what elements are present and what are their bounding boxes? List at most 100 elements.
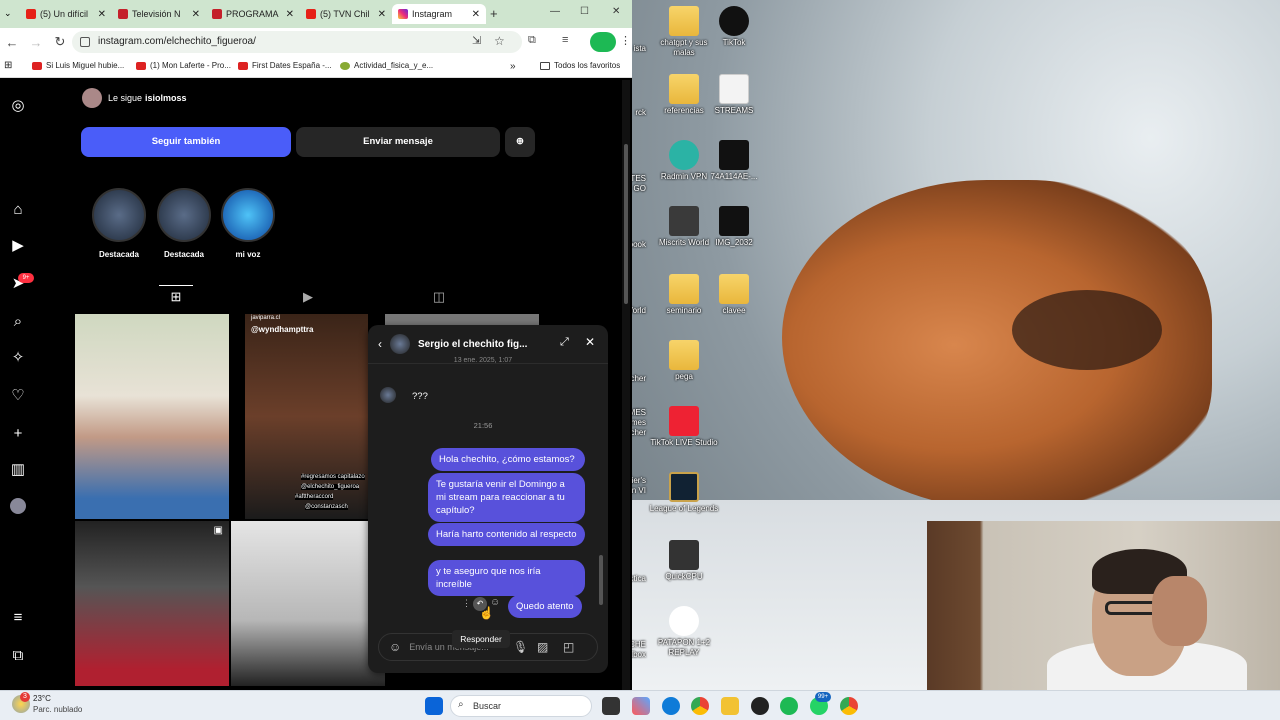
sticker-icon[interactable]: ◰ — [563, 640, 574, 654]
chrome-profile-icon[interactable] — [840, 697, 858, 715]
profile-avatar[interactable] — [590, 32, 616, 52]
page-scrollbar[interactable] — [622, 80, 630, 690]
post-thumbnail-4[interactable]: ▣ — [75, 521, 229, 686]
chrome-icon[interactable] — [691, 697, 709, 715]
highlight-2[interactable]: Destacada — [154, 188, 214, 259]
send-message-button[interactable]: Enviar mensaje — [296, 127, 500, 157]
highlight-3[interactable]: mi voz — [218, 188, 278, 259]
weather-desc[interactable]: Parc. nublado — [33, 705, 82, 714]
all-bookmarks-folder[interactable]: Todos los favoritos — [540, 61, 620, 70]
forward-arrow-icon[interactable]: → — [24, 35, 48, 50]
edge-icon[interactable] — [662, 697, 680, 715]
tab-tvn-2[interactable]: PROGRAMA ✕ — [206, 4, 300, 24]
desktop-partial-icon[interactable]: ICHE ndbox — [632, 640, 646, 660]
create-icon[interactable]: + — [8, 424, 28, 444]
close-tab-icon[interactable]: ✕ — [378, 9, 386, 20]
highlight-1[interactable]: Destacada — [89, 188, 149, 259]
desktop-icon-clavee[interactable]: clavee — [699, 274, 769, 316]
desktop-partial-icon[interactable]: rck — [632, 108, 646, 118]
file-explorer-icon[interactable] — [721, 697, 739, 715]
post-thumbnail-1[interactable] — [75, 314, 229, 519]
desktop-icon-tiktok-live[interactable]: TikTok LIVE Studio — [649, 406, 719, 448]
message-more-icon[interactable]: ⋮ — [462, 598, 471, 609]
reload-icon[interactable]: ↻ — [48, 34, 72, 50]
bookmark-item[interactable]: Si Luis Miguel hubie... — [32, 61, 124, 70]
extensions-icon[interactable]: ⧉ — [528, 34, 536, 47]
desktop-icon-streams[interactable]: STREAMS — [699, 74, 769, 116]
chat-back-icon[interactable]: ‹ — [378, 337, 382, 351]
desktop-partial-icon[interactable]: VI feier's ation VI — [632, 476, 646, 496]
weather-temp[interactable]: 23°C — [33, 694, 51, 703]
bookmarks-more-icon[interactable]: » — [510, 61, 516, 72]
close-tab-icon[interactable]: ✕ — [192, 9, 200, 20]
bookmark-item[interactable]: (1) Mon Laferte - Pro... — [136, 61, 231, 70]
chat-scrollbar-thumb[interactable] — [599, 555, 603, 605]
dashboard-icon[interactable]: ▥ — [8, 460, 28, 480]
tab-search-icon[interactable]: ⌄ — [4, 8, 14, 18]
tab-tvn-1[interactable]: Televisión N ✕ — [112, 4, 206, 24]
chat-title[interactable]: Sergio el chechito fig... — [418, 339, 527, 350]
maximize-button[interactable]: ☐ — [580, 6, 589, 17]
microphone-icon[interactable]: 🎙 — [513, 640, 528, 654]
more-menu-icon[interactable]: ⋮ — [620, 34, 631, 47]
taskbar-search[interactable]: Buscar — [450, 695, 592, 717]
install-app-icon[interactable]: ⇲ — [472, 34, 481, 47]
reading-list-icon[interactable]: ≡ — [562, 34, 568, 46]
close-window-button[interactable]: ✕ — [612, 6, 620, 17]
desktop-partial-icon[interactable]: World — [632, 306, 646, 316]
post-thumbnail-2[interactable]: javiparra.cl @wyndhampttra #regresamos c… — [245, 314, 368, 519]
apps-grid-icon[interactable]: ⊞ — [4, 60, 12, 71]
desktop-partial-icon[interactable]: ORTES GO — [632, 174, 646, 194]
desktop-partial-icon[interactable]: cher — [632, 374, 646, 384]
bookmark-item[interactable]: First Dates España -... — [238, 61, 332, 70]
notifications-heart-icon[interactable]: ♡ — [8, 386, 28, 406]
minimize-button[interactable]: — — [550, 6, 560, 17]
desktop-icon-league[interactable]: League of Legends — [649, 472, 719, 514]
image-icon[interactable]: ▨ — [537, 640, 548, 654]
new-tab-button[interactable]: + — [490, 6, 498, 21]
add-user-button[interactable]: ⊕ — [505, 127, 535, 157]
emoji-icon[interactable]: ☺ — [389, 640, 401, 654]
reels-tab-icon[interactable]: ▶ — [300, 289, 316, 305]
chat-avatar[interactable] — [390, 334, 410, 354]
close-tab-icon[interactable]: ✕ — [286, 9, 294, 20]
search-icon[interactable]: ⌕ — [8, 312, 28, 332]
desktop-partial-icon[interactable]: PIC MES ames cher — [632, 408, 646, 438]
bookmark-star-icon[interactable]: ☆ — [494, 34, 505, 48]
posts-grid-icon[interactable]: ⊞ — [168, 289, 184, 305]
menu-icon[interactable]: ≡ — [8, 608, 28, 628]
close-tab-icon[interactable]: ✕ — [98, 9, 106, 20]
tagged-tab-icon[interactable]: ◫ — [431, 289, 447, 305]
tab-youtube-2[interactable]: (5) TVN Chil ✕ — [300, 4, 392, 24]
site-info-icon[interactable] — [80, 37, 90, 47]
desktop-icon-tiktok[interactable]: TikTok — [699, 6, 769, 48]
desktop-partial-icon[interactable]: book — [632, 240, 646, 250]
expand-icon[interactable]: ⤢ — [560, 336, 569, 349]
explore-icon[interactable]: ✧ — [8, 348, 28, 368]
desktop-icon-74a114ae[interactable]: 74A114AE-... — [699, 140, 769, 182]
desktop-partial-icon[interactable]: ctica — [632, 574, 646, 584]
chat-scrollbar[interactable] — [598, 367, 604, 625]
desktop-icon-pega[interactable]: pega — [649, 340, 719, 382]
desktop-icon-quickcpu[interactable]: QuickCPU — [649, 540, 719, 582]
windows-start-icon[interactable] — [425, 697, 443, 715]
back-arrow-icon[interactable]: ← — [0, 35, 24, 50]
copilot-icon[interactable] — [632, 697, 650, 715]
desktop-icon-patapon[interactable]: PATAPON 1+2 REPLAY — [649, 606, 719, 658]
bookmark-item[interactable]: Actividad_fisica_y_e... — [340, 61, 433, 70]
url-field[interactable]: instagram.com/elchechito_figueroa/ — [72, 31, 522, 53]
follow-back-button[interactable]: Seguir también — [81, 127, 291, 157]
scrollbar-thumb[interactable] — [624, 144, 628, 304]
task-view-icon[interactable] — [602, 697, 620, 715]
desktop-icon-img2032[interactable]: IMG_2032 — [699, 206, 769, 248]
tab-instagram[interactable]: Instagram ✕ — [392, 4, 486, 24]
follower-username[interactable]: isiolmoss — [145, 93, 187, 103]
also-from-meta-icon[interactable]: ⧉ — [8, 646, 28, 666]
close-tab-icon[interactable]: ✕ — [472, 9, 480, 20]
obs-icon[interactable] — [751, 697, 769, 715]
close-icon[interactable]: ✕ — [585, 335, 595, 349]
profile-avatar-icon[interactable] — [8, 498, 28, 518]
home-icon[interactable]: ⌂ — [8, 200, 28, 220]
reels-icon[interactable]: ▶ — [8, 236, 28, 256]
desktop-partial-icon[interactable]: ista — [632, 44, 646, 54]
